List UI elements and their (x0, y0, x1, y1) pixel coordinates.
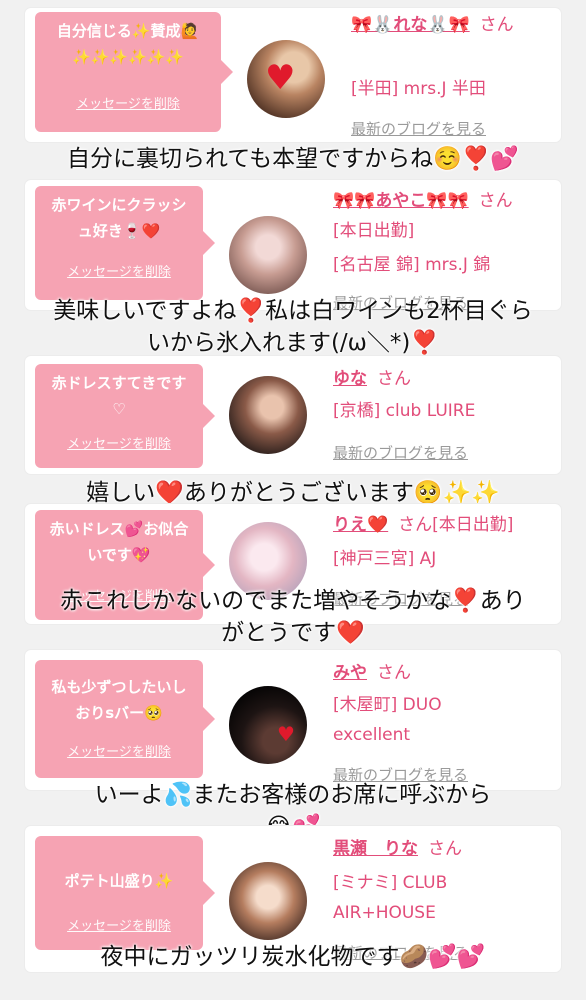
delete-message-link[interactable]: メッセージを削除 (35, 914, 203, 940)
shop-name-cont: AIR+HOUSE (333, 903, 436, 923)
heart-icon: ♥ (277, 722, 295, 746)
message-text: 赤いドレス💕お似合いです💖 (49, 520, 189, 564)
cast-name[interactable]: ゆな さん (333, 366, 553, 392)
message-bubble: 赤ドレスすてきです♡ メッセージを削除 (35, 364, 215, 468)
shop-name: [木屋町] DUO (333, 695, 442, 715)
message-card: 自分信じる✨賛成🙋✨✨✨✨✨✨ メッセージを削除 ♥ 🎀🐰れな🐰🎀 さん [半田]… (25, 8, 561, 142)
shop-name: [名古屋 錦] mrs.J 錦 (333, 255, 491, 275)
cast-name-link[interactable]: みや (333, 663, 367, 683)
delete-message-link[interactable]: メッセージを削除 (35, 92, 221, 118)
message-text: 私も少ずつしたいしおりsバー🥺 (51, 678, 187, 722)
reply-caption: 夜中にガッツリ炭水化物です🥔💕💕 (100, 944, 486, 970)
message-bubble: ポテト山盛り✨ メッセージを削除 (35, 836, 215, 950)
cast-name[interactable]: りえ❤️ さん[本日出勤] (333, 512, 563, 538)
message-bubble: 私も少ずつしたいしおりsバー🥺 メッセージを削除 (35, 660, 215, 778)
message-text: 赤ワインにクラッシュ好き🍷❤️ (51, 196, 187, 240)
cast-name-link[interactable]: 🎀🐰れな🐰🎀 (351, 15, 470, 35)
delete-message-link[interactable]: メッセージを削除 (35, 260, 203, 286)
message-card: 赤ドレスすてきです♡ メッセージを削除 ゆな さん [京橋] club LUIRE… (25, 356, 561, 474)
cast-name[interactable]: 🎀🐰れな🐰🎀 さん (351, 12, 551, 38)
avatar[interactable] (229, 216, 307, 294)
reply-caption: 自分に裏切られても本望ですからね☺️❣️💕 (66, 146, 520, 172)
cast-name[interactable]: みや さん (333, 660, 553, 686)
shop-name-cont: excellent (333, 725, 411, 745)
delete-message-link[interactable]: メッセージを削除 (35, 740, 203, 766)
delete-message-link[interactable]: メッセージを削除 (35, 432, 203, 458)
cast-name-link[interactable]: りえ❤️ (333, 515, 388, 535)
reply-caption: がとうです❤️ (221, 620, 365, 646)
latest-blog-link[interactable]: 最新のブログを見る (351, 118, 486, 139)
reply-caption: 美味しいですよね❣️私は白ワインも2杯目ぐら (53, 298, 533, 324)
avatar[interactable] (229, 862, 307, 940)
cast-name[interactable]: 🎀🎀あやこ🎀🎀 さん (333, 188, 553, 214)
reply-caption: 赤これしかないのでまた増やそうかな❣️あり (60, 588, 526, 614)
message-bubble: 自分信じる✨賛成🙋✨✨✨✨✨✨ メッセージを削除 (35, 12, 233, 132)
attendance-badge: [本日出勤] (432, 515, 514, 535)
heart-icon: ♥ (265, 58, 296, 98)
avatar[interactable] (229, 376, 307, 454)
cast-name-link[interactable]: 黒瀬 りな (333, 839, 418, 859)
latest-blog-link[interactable]: 最新のブログを見る (333, 442, 468, 463)
message-text: 自分信じる✨賛成🙋✨✨✨✨✨✨ (56, 22, 200, 66)
shop-name: [京橋] club LUIRE (333, 401, 476, 421)
avatar[interactable]: ♥ (247, 40, 325, 118)
message-text: ポテト山盛り✨ (64, 872, 174, 890)
cast-name[interactable]: 黒瀬 りな さん (333, 836, 553, 862)
message-bubble: 赤ワインにクラッシュ好き🍷❤️ メッセージを削除 (35, 186, 215, 300)
shop-name: [神戸三宮] AJ (333, 549, 437, 569)
shop-name: [半田] mrs.J 半田 (351, 79, 486, 99)
shop-name: [ミナミ] CLUB (333, 873, 448, 893)
message-text: 赤ドレスすてきです♡ (51, 374, 187, 418)
avatar[interactable]: ♥ (229, 686, 307, 764)
cast-name-link[interactable]: ゆな (333, 369, 367, 389)
message-card: 赤ワインにクラッシュ好き🍷❤️ メッセージを削除 🎀🎀あやこ🎀🎀 さん [本日出勤… (25, 180, 561, 312)
shop-line: [本日出勤] (333, 221, 415, 241)
message-card: 私も少ずつしたいしおりsバー🥺 メッセージを削除 ♥ みや さん [木屋町] DU… (25, 650, 561, 790)
reply-caption: いーよ💦またお客様のお席に呼ぶから (94, 782, 492, 808)
cast-name-link[interactable]: 🎀🎀あやこ🎀🎀 (333, 191, 469, 211)
reply-caption: いから氷入れます(/ω＼*)❣️ (146, 330, 440, 356)
